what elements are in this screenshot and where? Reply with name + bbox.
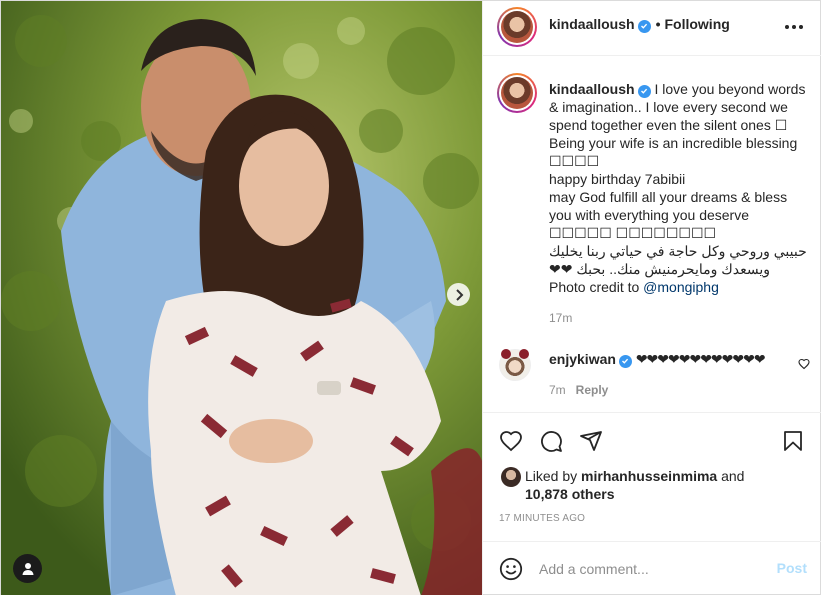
- post-header: kindaalloush • Following: [483, 1, 821, 56]
- caption-text-arabic: حبيبي وروحي وكل حاجة في حياتي ربنا يخليك…: [549, 243, 807, 277]
- comment-text: ❤❤❤❤❤❤❤❤❤❤❤❤: [635, 351, 766, 367]
- comment-like-heart-icon[interactable]: [798, 358, 810, 370]
- post-caption: kindaalloush I love you beyond words & i…: [549, 80, 811, 296]
- mouse-ears-decoration: [501, 349, 529, 359]
- post-comment-button[interactable]: Post: [777, 560, 807, 576]
- verified-badge-icon: [637, 84, 651, 98]
- post-dialog: kindaalloush • Following kindaalloush I lo…: [0, 0, 821, 595]
- following-button[interactable]: Following: [664, 16, 729, 32]
- comment-meta: 7m Reply: [549, 383, 608, 397]
- heart-icon[interactable]: [499, 429, 523, 453]
- tagged-users-button[interactable]: [13, 554, 42, 583]
- credit-mention-link[interactable]: @mongiphg: [643, 279, 719, 295]
- likes-prefix: Liked by: [525, 468, 582, 484]
- action-bar: [483, 412, 821, 464]
- comment-icon[interactable]: [539, 429, 563, 453]
- user-icon: [22, 562, 33, 575]
- post-sidebar: kindaalloush • Following kindaalloush I lo…: [482, 1, 821, 595]
- author-avatar[interactable]: [497, 7, 537, 47]
- bookmark-icon[interactable]: [781, 429, 805, 453]
- chevron-right-icon: [455, 288, 463, 301]
- post-photo[interactable]: [1, 1, 482, 595]
- comment-time: 7m: [549, 383, 566, 397]
- caption-username[interactable]: kindaalloush: [549, 81, 635, 97]
- caption-text-2: happy birthday 7abibii: [549, 171, 686, 187]
- photo-illustration: [1, 1, 482, 595]
- commenter-username[interactable]: enjykiwan: [549, 351, 616, 367]
- author-info: kindaalloush • Following: [549, 16, 730, 33]
- credit-text: Photo credit to: [549, 279, 644, 295]
- verified-badge-icon: [637, 19, 651, 33]
- comment-body: enjykiwan ❤❤❤❤❤❤❤❤❤❤❤❤: [549, 351, 766, 368]
- separator-dot: •: [655, 16, 661, 32]
- more-options-icon[interactable]: [783, 16, 805, 38]
- verified-badge-icon: [618, 354, 632, 368]
- comment-input[interactable]: [539, 559, 759, 579]
- caption-time: 17m: [549, 311, 573, 325]
- author-username[interactable]: kindaalloush: [549, 16, 635, 32]
- share-icon[interactable]: [579, 429, 603, 453]
- reply-button[interactable]: Reply: [576, 383, 609, 397]
- post-timestamp[interactable]: 17 MINUTES AGO: [499, 513, 585, 524]
- likes-count[interactable]: 10,878 others: [525, 486, 615, 502]
- next-photo-button[interactable]: [447, 283, 470, 306]
- caption-author-avatar[interactable]: [497, 73, 537, 113]
- comment-composer: Post: [483, 541, 821, 595]
- liker-username[interactable]: mirhanhusseinmima: [581, 468, 717, 484]
- liker-avatar[interactable]: [501, 467, 521, 487]
- comments-list[interactable]: kindaalloush I love you beyond words & i…: [483, 57, 821, 411]
- caption-text-3: may God fulfill all your dreams & bless …: [549, 189, 788, 241]
- likes-mid: and: [717, 468, 745, 484]
- emoji-icon[interactable]: [499, 557, 523, 581]
